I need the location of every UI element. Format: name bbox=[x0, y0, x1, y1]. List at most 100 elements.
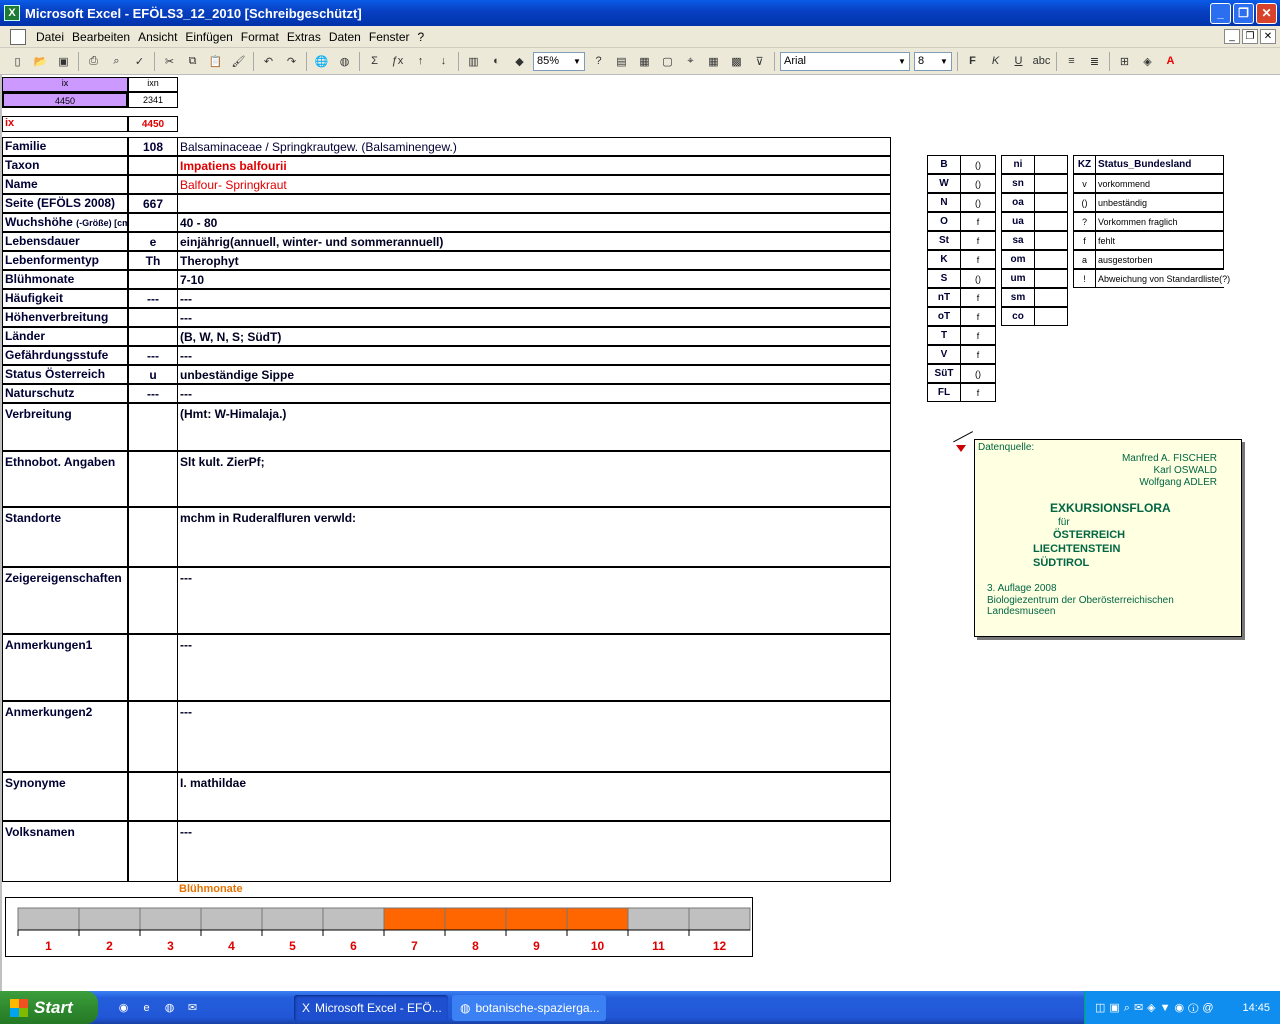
hyperlink-icon[interactable]: 🌐 bbox=[312, 52, 331, 71]
filter-icon[interactable]: ⊽ bbox=[750, 52, 769, 71]
copy-icon[interactable]: ⧉ bbox=[183, 52, 202, 71]
land-status[interactable]: f bbox=[960, 212, 996, 231]
row-value[interactable]: Balsaminaceae / Springkrautgew. (Balsami… bbox=[177, 137, 891, 156]
new-icon[interactable]: ▯ bbox=[8, 52, 27, 71]
row-code[interactable] bbox=[128, 156, 178, 175]
print-preview-icon[interactable]: ⌕ bbox=[107, 52, 126, 71]
close-button[interactable]: ✕ bbox=[1256, 3, 1277, 24]
drawing-icon[interactable]: ◆ bbox=[510, 52, 529, 71]
quicklaunch-desktop-icon[interactable]: ◉ bbox=[114, 998, 133, 1017]
tray-icons[interactable]: ◫▣⌕✉◈▼◉ⓘ@ bbox=[1095, 1001, 1218, 1015]
fill-color-icon[interactable]: ◈ bbox=[1138, 52, 1157, 71]
format-painter-icon[interactable]: 🖌 bbox=[229, 52, 248, 71]
doc-restore-button[interactable]: ❐ bbox=[1242, 29, 1258, 44]
align-left-icon[interactable]: ≡ bbox=[1062, 52, 1081, 71]
row-value[interactable]: Therophyt bbox=[177, 251, 891, 270]
paste-icon[interactable]: 📋 bbox=[206, 52, 225, 71]
row-code[interactable] bbox=[128, 772, 178, 821]
menu-ansicht[interactable]: Ansicht bbox=[134, 30, 181, 44]
ix-value-cell[interactable]: 4450 bbox=[2, 92, 128, 108]
chevron-down-icon[interactable]: ▼ bbox=[571, 54, 583, 69]
italic-icon[interactable]: K bbox=[986, 52, 1005, 71]
quicklaunch-mail-icon[interactable]: ✉ bbox=[183, 998, 202, 1017]
hoehe-status[interactable] bbox=[1034, 307, 1068, 326]
underline-icon[interactable]: U bbox=[1009, 52, 1028, 71]
row-value[interactable]: I. mathildae bbox=[177, 772, 891, 821]
row-value[interactable]: Slt kult. ZierPf; bbox=[177, 451, 891, 507]
row-value[interactable]: Balfour- Springkraut bbox=[177, 175, 891, 194]
ixn-value-cell[interactable]: 2341 bbox=[128, 92, 178, 108]
hoehe-status[interactable] bbox=[1034, 288, 1068, 307]
hoehe-status[interactable] bbox=[1034, 174, 1068, 193]
map-icon[interactable]: ◐ bbox=[487, 52, 506, 71]
land-status[interactable]: f bbox=[960, 383, 996, 402]
strikethrough-icon[interactable]: abc bbox=[1032, 52, 1051, 71]
row-value[interactable]: mchm in Ruderalfluren verwld: bbox=[177, 507, 891, 567]
hoehe-status[interactable] bbox=[1034, 231, 1068, 250]
quicklaunch-firefox-icon[interactable]: ◍ bbox=[160, 998, 179, 1017]
row-code[interactable]: --- bbox=[128, 289, 178, 308]
sort-ascending-icon[interactable]: ↑ bbox=[411, 52, 430, 71]
row-code[interactable] bbox=[128, 567, 178, 634]
row-code[interactable]: e bbox=[128, 232, 178, 251]
chart-wizard-icon[interactable]: ▥ bbox=[464, 52, 483, 71]
print-icon[interactable]: ⎙ bbox=[84, 52, 103, 71]
hoehe-status[interactable] bbox=[1034, 155, 1068, 174]
row-code[interactable]: --- bbox=[128, 346, 178, 365]
menu-extras[interactable]: Extras bbox=[283, 30, 325, 44]
chevron-down-icon[interactable]: ▼ bbox=[896, 54, 908, 69]
task-browser[interactable]: ◍ botanische-spazierga... bbox=[452, 994, 606, 1021]
chevron-down-icon[interactable]: ▼ bbox=[938, 54, 950, 69]
row-value[interactable]: --- bbox=[177, 289, 891, 308]
row-code[interactable] bbox=[128, 308, 178, 327]
zoom-combo[interactable]: 85% ▼ bbox=[533, 51, 585, 71]
row-code[interactable] bbox=[128, 175, 178, 194]
redo-icon[interactable]: ↷ bbox=[282, 52, 301, 71]
function-icon[interactable]: ƒx bbox=[388, 52, 407, 71]
doc-minimize-button[interactable]: _ bbox=[1224, 29, 1240, 44]
row-code[interactable]: u bbox=[128, 365, 178, 384]
help-icon[interactable]: ? bbox=[589, 52, 608, 71]
menu-datei[interactable]: Datei bbox=[32, 30, 68, 44]
land-status[interactable]: () bbox=[960, 193, 996, 212]
hoehe-status[interactable] bbox=[1034, 269, 1068, 288]
row-value[interactable]: (Hmt: W-Himalaja.) bbox=[177, 403, 891, 451]
land-status[interactable]: () bbox=[960, 155, 996, 174]
hoehe-status[interactable] bbox=[1034, 212, 1068, 231]
row-code[interactable] bbox=[128, 270, 178, 289]
calculator-icon[interactable]: ▩ bbox=[727, 52, 746, 71]
calendar-icon[interactable]: ▢ bbox=[658, 52, 677, 71]
menu-format[interactable]: Format bbox=[237, 30, 283, 44]
row-value[interactable]: einjährig(annuell, winter- und sommerann… bbox=[177, 232, 891, 251]
land-status[interactable]: f bbox=[960, 288, 996, 307]
task-excel[interactable]: X Microsoft Excel - EFÖ... bbox=[294, 994, 448, 1021]
menu-fenster[interactable]: Fenster bbox=[365, 30, 414, 44]
sort-descending-icon[interactable]: ↓ bbox=[434, 52, 453, 71]
spellcheck-icon[interactable]: ✓ bbox=[130, 52, 149, 71]
row-value[interactable]: (B, W, N, S; SüdT) bbox=[177, 327, 891, 346]
row-value[interactable]: --- bbox=[177, 308, 891, 327]
row-code[interactable] bbox=[128, 327, 178, 346]
maximize-button[interactable]: ❐ bbox=[1233, 3, 1254, 24]
hoehe-status[interactable] bbox=[1034, 193, 1068, 212]
doc-close-button[interactable]: ✕ bbox=[1260, 29, 1276, 44]
menu-help[interactable]: ? bbox=[414, 30, 429, 44]
grid-icon[interactable]: ▦ bbox=[704, 52, 723, 71]
land-status[interactable]: f bbox=[960, 307, 996, 326]
row-value[interactable]: --- bbox=[177, 384, 891, 403]
font-color-icon[interactable]: A bbox=[1161, 52, 1180, 71]
menu-bearbeiten[interactable]: Bearbeiten bbox=[68, 30, 134, 44]
quicklaunch-browser-icon[interactable]: e bbox=[137, 998, 156, 1017]
hoehe-status[interactable] bbox=[1034, 250, 1068, 269]
cut-icon[interactable]: ✂ bbox=[160, 52, 179, 71]
row-code[interactable] bbox=[128, 403, 178, 451]
land-status[interactable]: () bbox=[960, 364, 996, 383]
land-status[interactable]: f bbox=[960, 231, 996, 250]
sheet-icon[interactable]: ▦ bbox=[635, 52, 654, 71]
minimize-button[interactable]: _ bbox=[1210, 3, 1231, 24]
row-code[interactable] bbox=[128, 507, 178, 567]
undo-icon[interactable]: ↶ bbox=[259, 52, 278, 71]
land-status[interactable]: f bbox=[960, 250, 996, 269]
row-value[interactable]: --- bbox=[177, 701, 891, 772]
forms-icon[interactable]: ▤ bbox=[612, 52, 631, 71]
